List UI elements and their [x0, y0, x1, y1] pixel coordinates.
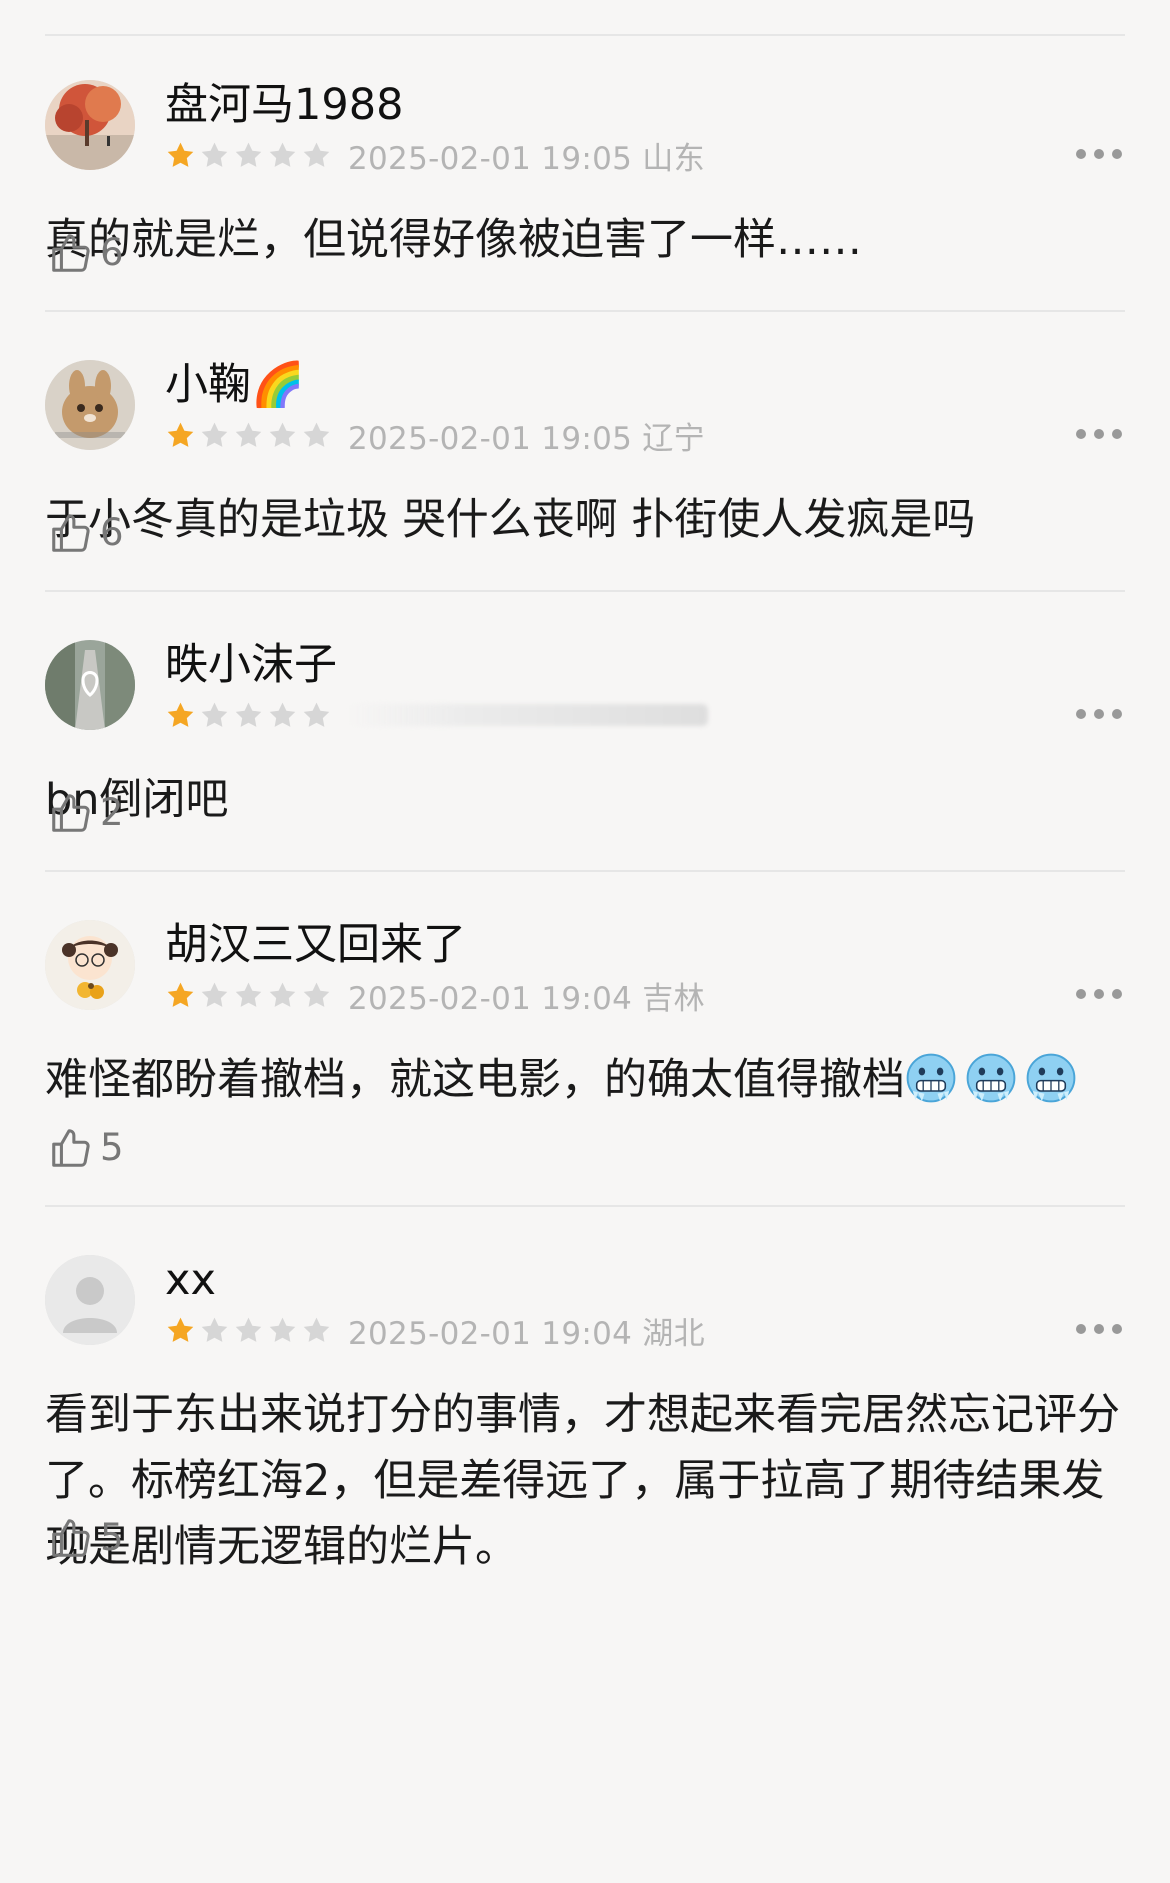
- timestamp: 2025-02-01 19:05 山东: [348, 140, 705, 177]
- star-empty-icon: [235, 1317, 262, 1342]
- timestamp: 2025-02-01 19:05 辽宁: [348, 420, 705, 457]
- review-item: 昳小沫子 bn倒闭吧 2: [0, 595, 1170, 870]
- thumbs-up-icon: [52, 514, 90, 552]
- divider: [45, 1205, 1125, 1207]
- username[interactable]: 小鞠🌈: [165, 355, 305, 415]
- divider: [45, 310, 1125, 312]
- like-button[interactable]: 6: [48, 230, 124, 276]
- star-rating: [165, 140, 332, 171]
- star-empty-icon: [303, 982, 330, 1007]
- star-empty-icon: [269, 1317, 296, 1342]
- review-item: 胡汉三又回来了 2025-02-01 19:04 吉林 难怪都盼着撤档，就这电影…: [0, 875, 1170, 1210]
- star-empty-icon: [303, 142, 330, 167]
- like-button[interactable]: 5: [48, 1125, 124, 1171]
- more-options-button[interactable]: [1076, 987, 1122, 1001]
- like-count: 6: [100, 511, 124, 554]
- star-rating: [165, 420, 332, 451]
- meta-row: 2025-02-01 19:05 山东: [165, 133, 705, 177]
- comment-text: 看到于东出来说打分的事情，才想起来看完居然忘记评分了。标榜红海2，但是差得远了，…: [45, 1390, 1120, 1572]
- star-empty-icon: [303, 702, 330, 727]
- divider: [45, 870, 1125, 872]
- username[interactable]: xx: [165, 1250, 216, 1310]
- star-empty-icon: [235, 982, 262, 1007]
- like-count: 5: [100, 1516, 124, 1559]
- like-button[interactable]: 5: [48, 1515, 124, 1561]
- cold-face-emoji-icon: [906, 1053, 956, 1103]
- avatar[interactable]: [45, 80, 135, 170]
- star-filled-icon: [167, 982, 194, 1007]
- star-empty-icon: [235, 142, 262, 167]
- review-item: 小鞠🌈 2025-02-01 19:05 辽宁 于小冬真的是垃圾 哭什么丧啊 扑…: [0, 315, 1170, 590]
- like-count: 2: [100, 791, 124, 834]
- like-button[interactable]: 6: [48, 510, 124, 556]
- avatar[interactable]: [45, 360, 135, 450]
- meta-row: 2025-02-01 19:04 湖北: [165, 1308, 705, 1352]
- star-empty-icon: [201, 1317, 228, 1342]
- divider: [45, 590, 1125, 592]
- like-count: 6: [100, 231, 124, 274]
- timestamp: 2025-02-01 19:04 吉林: [348, 980, 705, 1017]
- meta-row: 2025-02-01 19:04 吉林: [165, 973, 705, 1017]
- username[interactable]: 胡汉三又回来了: [165, 915, 466, 975]
- comment-body: 难怪都盼着撤档，就这电影，的确太值得撤档: [45, 1055, 905, 1105]
- comment-text: 于小冬真的是垃圾 哭什么丧啊 扑街使人发疯是吗: [45, 495, 976, 545]
- more-options-button[interactable]: [1076, 147, 1122, 161]
- star-empty-icon: [269, 422, 296, 447]
- meta-row: 2025-02-01 19:05 辽宁: [165, 413, 705, 457]
- username[interactable]: 昳小沫子: [165, 635, 337, 695]
- like-count: 5: [100, 1126, 124, 1169]
- comment-text: 难怪都盼着撤档，就这电影，的确太值得撤档: [45, 1047, 1125, 1113]
- review-item: xx 2025-02-01 19:04 湖北 看到于东出来说打分的事情，才想起来…: [0, 1210, 1170, 1883]
- star-empty-icon: [201, 422, 228, 447]
- star-empty-icon: [269, 702, 296, 727]
- cold-face-emoji-icon: [1026, 1053, 1076, 1103]
- star-filled-icon: [167, 142, 194, 167]
- star-filled-icon: [167, 702, 194, 727]
- thumbs-up-icon: [52, 234, 90, 272]
- avatar[interactable]: [45, 640, 135, 730]
- star-empty-icon: [201, 142, 228, 167]
- star-rating: [165, 1315, 332, 1346]
- blurred-timestamp: [348, 704, 708, 726]
- star-empty-icon: [235, 702, 262, 727]
- like-button[interactable]: 2: [48, 790, 124, 836]
- thumbs-up-icon: [52, 1129, 90, 1167]
- more-options-button[interactable]: [1076, 1322, 1122, 1336]
- star-filled-icon: [167, 422, 194, 447]
- username[interactable]: 盘河马1988: [165, 75, 403, 135]
- more-options-button[interactable]: [1076, 707, 1122, 721]
- timestamp: 2025-02-01 19:04 湖北: [348, 1315, 705, 1352]
- star-rating: [165, 700, 332, 731]
- star-rating: [165, 980, 332, 1011]
- star-empty-icon: [235, 422, 262, 447]
- more-options-button[interactable]: [1076, 427, 1122, 441]
- star-empty-icon: [303, 422, 330, 447]
- comment-text: bn倒闭吧: [45, 775, 229, 825]
- thumbs-up-icon: [52, 1519, 90, 1557]
- avatar[interactable]: [45, 920, 135, 1010]
- meta-row: [165, 693, 708, 737]
- star-empty-icon: [269, 982, 296, 1007]
- review-item: 盘河马1988 2025-02-01 19:05 山东 真的就是烂，但说得好像被…: [0, 35, 1170, 310]
- star-empty-icon: [269, 142, 296, 167]
- avatar[interactable]: [45, 1255, 135, 1345]
- thumbs-up-icon: [52, 794, 90, 832]
- comment-text: 真的就是烂，但说得好像被迫害了一样……: [45, 215, 862, 265]
- cold-face-emoji-icon: [966, 1053, 1016, 1103]
- star-empty-icon: [201, 702, 228, 727]
- star-filled-icon: [167, 1317, 194, 1342]
- star-empty-icon: [201, 982, 228, 1007]
- star-empty-icon: [303, 1317, 330, 1342]
